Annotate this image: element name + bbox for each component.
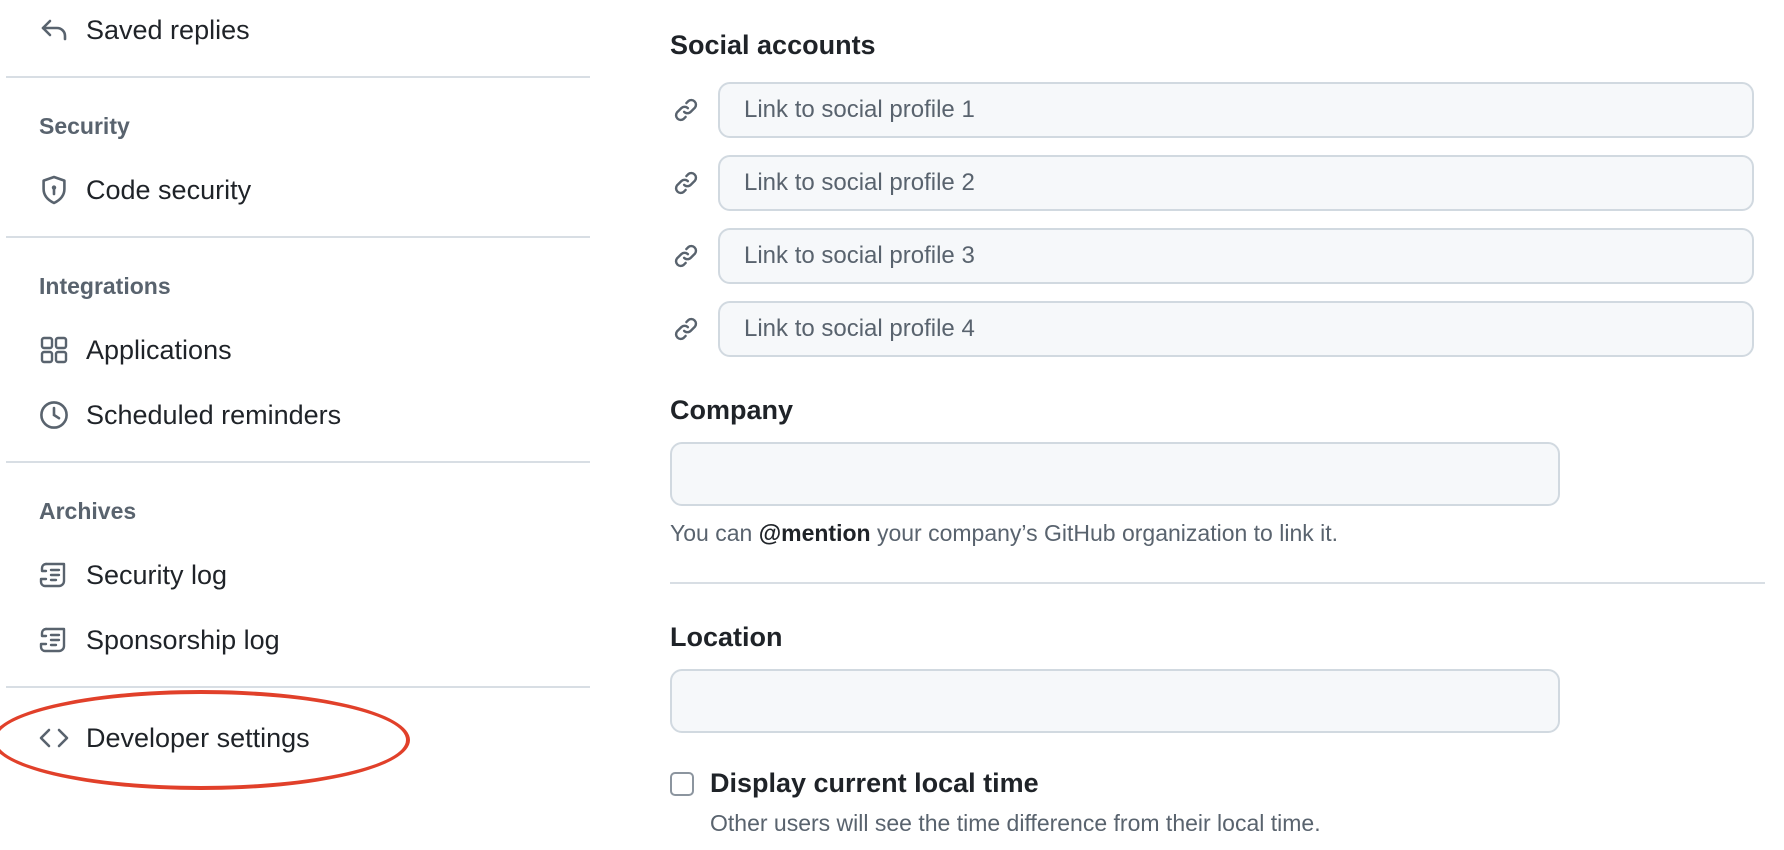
highlight-annotation-ellipse xyxy=(0,690,410,790)
apps-grid-icon xyxy=(38,334,70,366)
log-icon xyxy=(38,624,70,656)
company-help-suffix: your company’s GitHub organization to li… xyxy=(870,520,1339,546)
clock-icon xyxy=(38,399,70,431)
shield-lock-icon xyxy=(38,174,70,206)
social-link-row xyxy=(670,82,1762,138)
section-divider xyxy=(670,582,1765,584)
sidebar-heading-archives: Archives xyxy=(39,498,137,524)
mention-hint: @mention xyxy=(758,520,871,546)
link-icon xyxy=(670,240,702,272)
sidebar-item-label: Security log xyxy=(86,559,228,590)
social-link-row xyxy=(670,228,1762,284)
link-icon xyxy=(670,94,702,126)
social-link-row xyxy=(670,301,1762,357)
local-time-label: Display current local time xyxy=(710,768,1039,798)
sidebar-item-sponsorship-log[interactable]: Sponsorship log xyxy=(38,615,280,665)
sidebar-heading-security: Security xyxy=(39,113,130,139)
sidebar-item-label: Scheduled reminders xyxy=(86,399,342,430)
sidebar-divider xyxy=(6,461,590,463)
social-link-input-2[interactable] xyxy=(718,155,1754,211)
log-icon xyxy=(38,559,70,591)
sidebar-item-scheduled-reminders[interactable]: Scheduled reminders xyxy=(38,390,341,440)
settings-sidebar: Saved replies Security Code security Int… xyxy=(0,0,590,850)
sidebar-heading-integrations: Integrations xyxy=(39,273,171,299)
profile-form: Social accounts Link to social profile 1… xyxy=(670,0,1770,850)
company-help-text: You can @mention your company’s GitHub o… xyxy=(670,520,1338,547)
sidebar-item-saved-replies[interactable]: Saved replies xyxy=(38,5,250,55)
social-accounts-label: Social accounts xyxy=(670,30,876,60)
local-time-help-text: Other users will see the time difference… xyxy=(710,810,1321,836)
social-link-row xyxy=(670,155,1762,211)
sidebar-item-code-security[interactable]: Code security xyxy=(38,165,251,215)
local-time-checkbox[interactable] xyxy=(670,772,694,796)
link-icon xyxy=(670,167,702,199)
sidebar-divider xyxy=(6,76,590,78)
company-help-prefix: You can xyxy=(670,520,759,546)
social-link-input-3[interactable] xyxy=(718,228,1754,284)
location-label: Location xyxy=(670,622,783,652)
reply-icon xyxy=(38,14,70,46)
sidebar-item-security-log[interactable]: Security log xyxy=(38,550,227,600)
link-icon xyxy=(670,313,702,345)
sidebar-divider xyxy=(6,236,590,238)
location-input[interactable] xyxy=(670,669,1560,733)
sidebar-item-label: Applications xyxy=(86,334,232,365)
company-label: Company xyxy=(670,395,794,425)
social-link-input-4[interactable] xyxy=(718,301,1754,357)
social-link-input-1[interactable] xyxy=(718,82,1754,138)
sidebar-item-label: Code security xyxy=(86,174,252,205)
sidebar-item-label: Saved replies xyxy=(86,14,250,45)
settings-page: Saved replies Security Code security Int… xyxy=(0,0,1784,850)
company-input[interactable] xyxy=(670,442,1560,506)
sidebar-divider xyxy=(6,686,590,688)
sidebar-item-label: Sponsorship log xyxy=(86,624,280,655)
sidebar-item-applications[interactable]: Applications xyxy=(38,325,232,375)
